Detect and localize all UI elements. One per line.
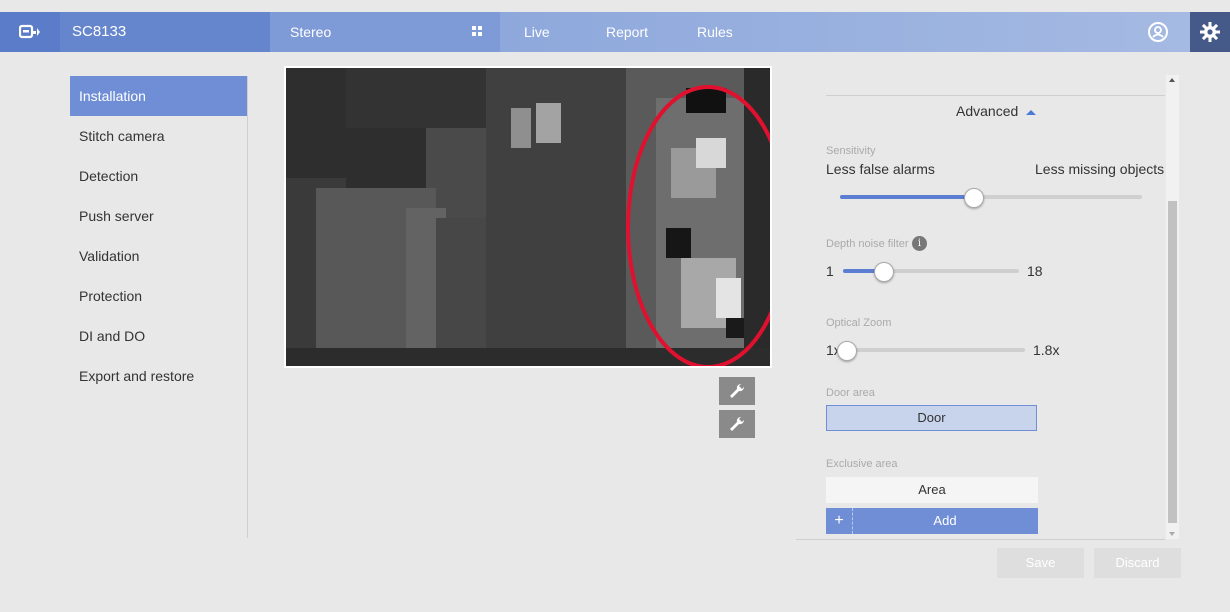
device-model: SC8133 xyxy=(60,12,270,52)
depth-noise-slider-handle[interactable] xyxy=(874,262,895,282)
optical-zoom-max: 1.8x xyxy=(1033,342,1060,358)
add-label: Add xyxy=(933,513,957,528)
area-button[interactable]: Area xyxy=(826,477,1038,503)
tool-button-1[interactable] xyxy=(719,377,755,405)
caret-up-icon xyxy=(1026,109,1037,115)
sensitivity-slider-handle[interactable] xyxy=(963,188,984,208)
tool-button-2[interactable] xyxy=(719,410,755,438)
info-icon[interactable]: i xyxy=(912,236,927,251)
wrench-icon xyxy=(730,416,745,431)
sidebar-item-protection[interactable]: Protection xyxy=(70,276,247,316)
sensitivity-right-label: Less missing objects xyxy=(1035,161,1165,177)
save-button[interactable]: Save xyxy=(997,548,1084,578)
optical-zoom-slider-handle[interactable] xyxy=(837,341,857,361)
settings-panel: Advanced Sensitivity Less false alarms L… xyxy=(796,75,1182,540)
depth-noise-label: Depth noise filter xyxy=(826,238,909,250)
sidebar-item-detection[interactable]: Detection xyxy=(70,156,247,196)
door-button[interactable]: Door xyxy=(826,405,1037,431)
nav-report[interactable]: Report xyxy=(606,24,648,40)
vivotek-logo[interactable] xyxy=(0,12,60,52)
advanced-toggle[interactable]: Advanced xyxy=(956,103,1037,119)
sidebar-item-export-and-restore[interactable]: Export and restore xyxy=(70,356,247,396)
sidebar-item-validation[interactable]: Validation xyxy=(70,236,247,276)
view-mode-selector[interactable]: Stereo xyxy=(270,12,500,52)
sensitivity-label: Sensitivity xyxy=(826,145,876,157)
model-label: SC8133 xyxy=(72,23,127,40)
scrollbar-thumb[interactable] xyxy=(1168,201,1177,523)
gear-icon xyxy=(1200,22,1220,42)
depth-noise-max: 18 xyxy=(1027,263,1043,279)
settings-content: Advanced Sensitivity Less false alarms L… xyxy=(796,75,1165,540)
sensitivity-slider-fill xyxy=(840,195,973,199)
plus-icon: + xyxy=(826,508,853,534)
scroll-up-icon[interactable] xyxy=(1169,78,1175,82)
sidebar-item-installation[interactable]: Installation xyxy=(70,76,247,116)
exclusive-area-label: Exclusive area xyxy=(826,458,898,470)
depth-camera-view[interactable] xyxy=(284,66,772,368)
sidebar-item-push-server[interactable]: Push server xyxy=(70,196,247,236)
logo-icon xyxy=(19,24,40,39)
door-area-label: Door area xyxy=(826,387,875,399)
top-bar: SC8133 Stereo Live Report Rules xyxy=(0,12,1230,52)
wrench-icon xyxy=(730,383,745,398)
depth-noise-slider-track[interactable] xyxy=(843,269,1019,273)
advanced-label: Advanced xyxy=(956,103,1019,119)
optical-zoom-label: Optical Zoom xyxy=(826,317,892,329)
user-account-icon[interactable] xyxy=(1147,21,1169,43)
panel-scrollbar[interactable] xyxy=(1166,75,1179,539)
nav-rules[interactable]: Rules xyxy=(697,24,733,40)
view-mode-label: Stereo xyxy=(290,24,332,40)
sensitivity-left-label: Less false alarms xyxy=(826,161,935,177)
divider xyxy=(826,95,1165,96)
sidebar-item-di-and-do[interactable]: DI and DO xyxy=(70,316,247,356)
depth-map-image xyxy=(286,68,770,366)
settings-button[interactable] xyxy=(1190,12,1230,52)
optical-zoom-slider-track[interactable] xyxy=(846,348,1025,352)
scroll-down-icon[interactable] xyxy=(1169,532,1175,536)
sidebar-item-stitch-camera[interactable]: Stitch camera xyxy=(70,116,247,156)
add-area-button[interactable]: + Add xyxy=(826,508,1038,534)
sidebar: Installation Stitch camera Detection Pus… xyxy=(70,76,248,538)
sensitivity-slider-track[interactable] xyxy=(840,195,1142,199)
depth-noise-min: 1 xyxy=(826,263,834,279)
grid-icon xyxy=(472,26,482,36)
nav-live[interactable]: Live xyxy=(524,24,550,40)
discard-button[interactable]: Discard xyxy=(1094,548,1181,578)
